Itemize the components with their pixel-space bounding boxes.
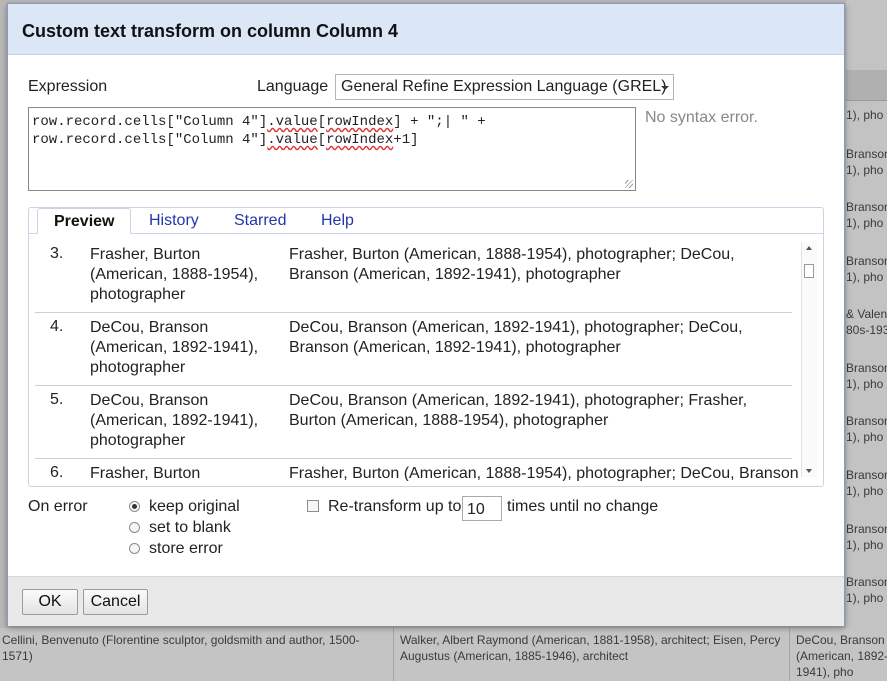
radio-store-error-label[interactable]: store error (149, 540, 223, 558)
ok-button[interactable]: OK (22, 589, 78, 615)
original-value: Frasher, Burton (90, 465, 201, 481)
background-cell-text: & Valen (846, 307, 887, 321)
expression-textarea[interactable]: row.record.cells["Column 4"].value[rowIn… (28, 107, 636, 191)
background-column-header (846, 70, 887, 101)
expression-label: Expression (28, 78, 108, 95)
scrollbar-thumb[interactable] (804, 264, 814, 278)
radio-store-error[interactable] (129, 543, 140, 554)
cancel-button[interactable]: Cancel (83, 589, 148, 615)
tab-preview[interactable]: Preview (37, 208, 132, 234)
expression-line2-part: row.record.cells["Column 4"] (32, 132, 268, 148)
expression-line1-part: [ (317, 114, 327, 130)
background-cell-text: Branson (846, 147, 887, 161)
expression-line2-part: [ (317, 132, 327, 148)
background-column-divider (789, 628, 790, 681)
expression-line2-part: rowIndex (326, 132, 394, 148)
scroll-down-icon[interactable] (806, 469, 812, 473)
table-row: 5. DeCou, Branson (American, 1892-1941),… (35, 386, 792, 459)
radio-keep-original-label[interactable]: keep original (149, 498, 240, 516)
expression-line1-part: ] + ";| " + (393, 114, 486, 130)
background-cell-text: 80s-193 (846, 323, 887, 337)
background-cell-text: Branson (846, 414, 887, 428)
background-cell-text: Branson (846, 468, 887, 482)
row-number: 3. (50, 245, 64, 262)
expression-line1-part: rowIndex (326, 114, 394, 130)
scroll-up-icon[interactable] (806, 246, 812, 250)
retransform-label: Re-transform up to (328, 498, 462, 515)
background-cell-text: 1), pho (846, 591, 884, 605)
transformed-value: Frasher, Burton (American, 1888-1954), p… (289, 246, 735, 283)
expression-line2-part: +1] (393, 132, 419, 148)
preview-scrollbar[interactable] (801, 242, 817, 477)
background-cell-text: 1), pho (846, 163, 884, 177)
language-select-value: General Refine Expression Language (GREL… (341, 78, 667, 95)
retransform-checkbox[interactable] (307, 500, 319, 512)
background-cell-text: 1), pho (846, 270, 884, 284)
table-row: 6. Frasher, Burton Frasher, Burton (Amer… (35, 459, 799, 481)
custom-transform-dialog: Custom text transform on column Column 4… (7, 3, 845, 626)
preview-table[interactable]: 3. Frasher, Burton (American, 1888-1954)… (35, 240, 817, 481)
table-row: 3. Frasher, Burton (American, 1888-1954)… (35, 240, 792, 313)
transformed-value: Frasher, Burton (American, 1888-1954), p… (289, 465, 799, 481)
transformed-value: DeCou, Branson (American, 1892-1941), ph… (289, 392, 748, 429)
background-cell-text: Branson (846, 361, 887, 375)
tab-history[interactable]: History (149, 208, 199, 233)
background-cell-text: Branson (846, 254, 887, 268)
radio-set-to-blank-label[interactable]: set to blank (149, 519, 231, 537)
radio-keep-original[interactable] (129, 501, 140, 512)
retransform-times-value: 10 (467, 501, 485, 518)
row-number: 6. (50, 464, 64, 481)
background-cell-text: Walker, Albert Raymond (American, 1881-1… (400, 633, 781, 663)
expression-code: row.record.cells["Column 4"].value[rowIn… (32, 113, 486, 149)
tab-divider (29, 233, 823, 234)
syntax-status: No syntax error. (645, 109, 758, 126)
background-cell-text: Branson (846, 522, 887, 536)
background-data-column: 1), pho Branson 1), pho Branson 1), pho … (846, 0, 887, 681)
tabs-panel: Preview History Starred Help 3. Frasher,… (28, 207, 824, 487)
background-cell-text: 1), pho (846, 484, 884, 498)
dialog-titlebar[interactable]: Custom text transform on column Column 4 (8, 4, 844, 55)
background-cell-text: 1), pho (846, 538, 884, 552)
on-error-label: On error (28, 498, 88, 515)
chevron-down-icon (661, 86, 669, 90)
background-cell-text: Branson (846, 200, 887, 214)
row-number: 4. (50, 318, 64, 335)
expression-line2-part: .value (267, 132, 318, 148)
retransform-suffix: times until no change (507, 498, 659, 515)
resize-grip-icon[interactable] (625, 180, 633, 188)
background-cell-text: Branson (846, 575, 887, 589)
background-cell-text: 1), pho (846, 216, 884, 230)
language-select[interactable]: General Refine Expression Language (GREL… (335, 74, 674, 100)
original-value: DeCou, Branson (American, 1892-1941), ph… (90, 319, 259, 376)
background-column-divider (393, 628, 394, 681)
original-value: DeCou, Branson (American, 1892-1941), ph… (90, 392, 259, 449)
row-number: 5. (50, 391, 64, 408)
expression-line1-part: row.record.cells["Column 4"] (32, 114, 268, 130)
table-row: 4. DeCou, Branson (American, 1892-1941),… (35, 313, 792, 386)
tab-help[interactable]: Help (321, 208, 354, 233)
transformed-value: DeCou, Branson (American, 1892-1941), ph… (289, 319, 743, 356)
retransform-times-input[interactable]: 10 (462, 496, 502, 521)
background-cell-text: Cellini, Benvenuto (Florentine sculptor,… (2, 633, 360, 663)
language-label: Language (257, 78, 329, 95)
background-cell-text: DeCou, Branson (American, 1892-1941), ph… (796, 633, 887, 679)
radio-set-to-blank[interactable] (129, 522, 140, 533)
expression-line1-part: .value (267, 114, 318, 130)
background-cell-text: 1), pho (846, 377, 884, 391)
background-table-row: Cellini, Benvenuto (Florentine sculptor,… (0, 628, 887, 681)
background-cell-text: 1), pho (846, 430, 884, 444)
background-cell-text: 1), pho (846, 108, 884, 122)
dialog-footer: OK Cancel (8, 576, 844, 626)
dialog-title: Custom text transform on column Column 4 (22, 21, 399, 41)
tab-starred[interactable]: Starred (234, 208, 286, 233)
original-value: Frasher, Burton (American, 1888-1954), p… (90, 246, 259, 303)
